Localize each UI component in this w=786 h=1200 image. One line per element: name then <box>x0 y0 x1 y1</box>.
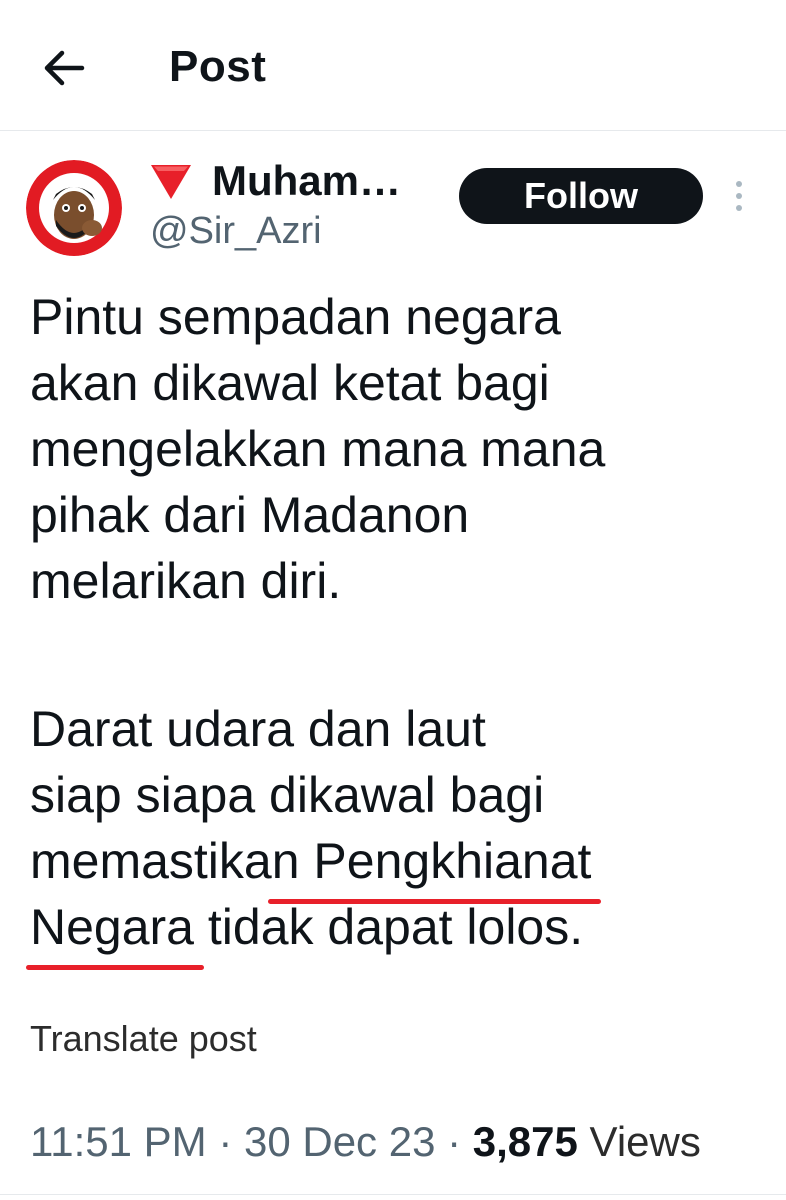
red-underlined-text: Negara <box>26 894 204 970</box>
author-handle[interactable]: @Sir_Azri <box>150 210 322 253</box>
divider <box>0 1194 786 1195</box>
author-name-row[interactable]: Muham… <box>148 153 401 209</box>
post-date: 30 Dec 23 <box>243 1118 436 1165</box>
follow-button[interactable]: Follow <box>459 168 703 224</box>
author-display-name: Muham… <box>212 157 401 204</box>
post-time: 11:51 PM <box>30 1118 207 1165</box>
post-text-segment: memastika <box>30 833 272 889</box>
page-title: Post <box>169 42 267 91</box>
post-text-line: akan dikawal ketat bagi <box>30 355 550 411</box>
post-text-line: pihak dari Madanon <box>30 487 470 543</box>
translate-post-link[interactable]: Translate post <box>30 1018 257 1060</box>
top-app-bar: Post <box>0 0 786 131</box>
post-text-line: Darat udara dan laut <box>30 701 486 757</box>
red-triangle-icon <box>151 165 191 199</box>
post-text-line: memastikan Pengkhianat <box>30 828 770 904</box>
more-options-icon[interactable] <box>732 178 746 214</box>
meta-separator: · <box>435 1118 473 1165</box>
back-arrow-icon[interactable] <box>42 48 86 88</box>
post-text-line: melarikan diri. <box>30 553 342 609</box>
views-count[interactable]: 3,875 <box>473 1118 578 1165</box>
avatar[interactable] <box>26 160 122 256</box>
post-text-line: mengelakkan mana mana <box>30 421 606 477</box>
post-text-segment: tidak dapat lolos. <box>194 899 584 955</box>
post-text-line: Pintu sempadan negara <box>30 289 561 345</box>
post-text: Pintu sempadan negara akan dikawal ketat… <box>26 284 770 970</box>
post-meta: 11:51 PM · 30 Dec 23 · 3,875 Views <box>30 1118 701 1166</box>
views-label: Views <box>577 1118 701 1165</box>
avatar-image <box>26 160 122 256</box>
post-text-line: siap siapa dikawal bagi <box>30 767 545 823</box>
red-underlined-text: n Pengkhianat <box>267 828 602 904</box>
meta-separator: · <box>206 1118 244 1165</box>
